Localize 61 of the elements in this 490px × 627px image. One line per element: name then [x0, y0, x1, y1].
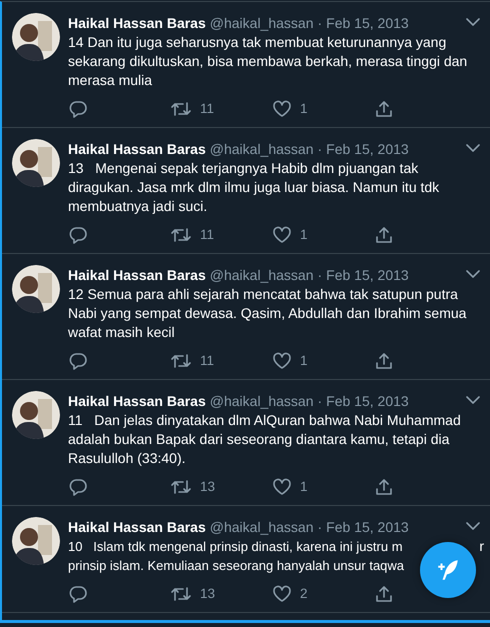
chevron-icon[interactable]	[466, 396, 480, 404]
tweet-date: Feb 15, 2013	[326, 518, 409, 537]
tweet-text: 10 Islam tdk mengenal prinsip dinasti, karena ini justru m prinsip islam. Kemuliaan seseorang hanyalah unsur taqwa	[68, 538, 404, 575]
separator-dot: ·	[318, 266, 322, 285]
tweet-text: 12 Semua para ahli sejarah mencatat bahwa tak satupun putra Nabi yang sempat dewasa. Qasim, Abdullah dan Ibrahim semua wafat masih kecil	[68, 285, 468, 342]
author-handle: @haikal_hassan	[210, 14, 314, 33]
retweet-count: 11	[200, 353, 214, 369]
heart-icon[interactable]	[272, 477, 292, 497]
author-name: Haikal Hassan Baras	[68, 392, 206, 411]
avatar	[12, 517, 60, 565]
reply-icon[interactable]	[68, 584, 88, 604]
author-name: Haikal Hassan Baras	[68, 14, 206, 33]
author-handle: @haikal_hassan	[210, 140, 314, 159]
separator-dot: ·	[318, 14, 322, 33]
chevron-icon[interactable]	[466, 144, 480, 152]
like-count: 1	[300, 101, 308, 117]
share-icon[interactable]	[374, 225, 394, 245]
like-count: 1	[300, 353, 308, 369]
avatar	[12, 139, 60, 187]
avatar	[12, 13, 60, 61]
separator-dot: ·	[318, 392, 322, 411]
reply-icon[interactable]	[68, 351, 88, 371]
heart-icon[interactable]	[272, 225, 292, 245]
author-handle: @haikal_hassan	[210, 518, 314, 537]
author-name: Haikal Hassan Baras	[68, 266, 206, 285]
tweet-date: Feb 15, 2013	[326, 14, 409, 33]
reply-icon[interactable]	[68, 99, 88, 119]
share-icon[interactable]	[374, 584, 394, 604]
author-handle: @haikal_hassan	[210, 392, 314, 411]
reply-icon[interactable]	[68, 477, 88, 497]
author-handle: @haikal_hassan	[210, 266, 314, 285]
retweet-count: 11	[200, 101, 214, 117]
heart-icon[interactable]	[272, 351, 292, 371]
tweet-text: r	[479, 537, 484, 556]
share-icon[interactable]	[374, 99, 394, 119]
share-icon[interactable]	[374, 351, 394, 371]
like-count: 1	[300, 479, 308, 495]
separator-dot: ·	[318, 518, 322, 537]
tweet-date: Feb 15, 2013	[326, 392, 409, 411]
chevron-icon[interactable]	[466, 18, 480, 26]
share-icon[interactable]	[374, 477, 394, 497]
tweet-text: 14 Dan itu juga seharusnya tak membuat keturunannya yang sekarang dikultuskan, bisa membawa berkah, merasa tinggi dan merasa mulia	[68, 33, 468, 90]
heart-icon[interactable]	[272, 99, 292, 119]
retweet-count: 13	[200, 479, 216, 495]
author-name: Haikal Hassan Baras	[68, 518, 206, 537]
avatar	[12, 391, 60, 439]
avatar	[12, 265, 60, 313]
chevron-icon[interactable]	[466, 522, 480, 530]
retweet-count: 11	[200, 227, 214, 243]
reply-icon[interactable]	[68, 225, 88, 245]
author-name: Haikal Hassan Baras	[68, 140, 206, 159]
tweet-text: 13 Mengenai sepak terjangnya Habib dlm pjuangan tak diragukan. Jasa mrk dlm ilmu juga luar biasa. Namun itu tdk membuatnya jadi suci.	[68, 159, 440, 216]
chevron-icon[interactable]	[466, 270, 480, 278]
like-count: 1	[300, 227, 308, 243]
separator-dot: ·	[318, 140, 322, 159]
tweet-text: 11 Dan jelas dinyatakan dlm AlQuran bahwa Nabi Muhammad adalah bukan Bapak dari seseorang diantara kamu, tetapi dia Rasululloh (33:40).	[68, 411, 462, 468]
retweet-count: 13	[200, 586, 216, 602]
tweet-date: Feb 15, 2013	[326, 266, 409, 285]
tweet-date: Feb 15, 2013	[326, 140, 409, 159]
like-count: 2	[300, 586, 308, 602]
heart-icon[interactable]	[272, 584, 292, 604]
